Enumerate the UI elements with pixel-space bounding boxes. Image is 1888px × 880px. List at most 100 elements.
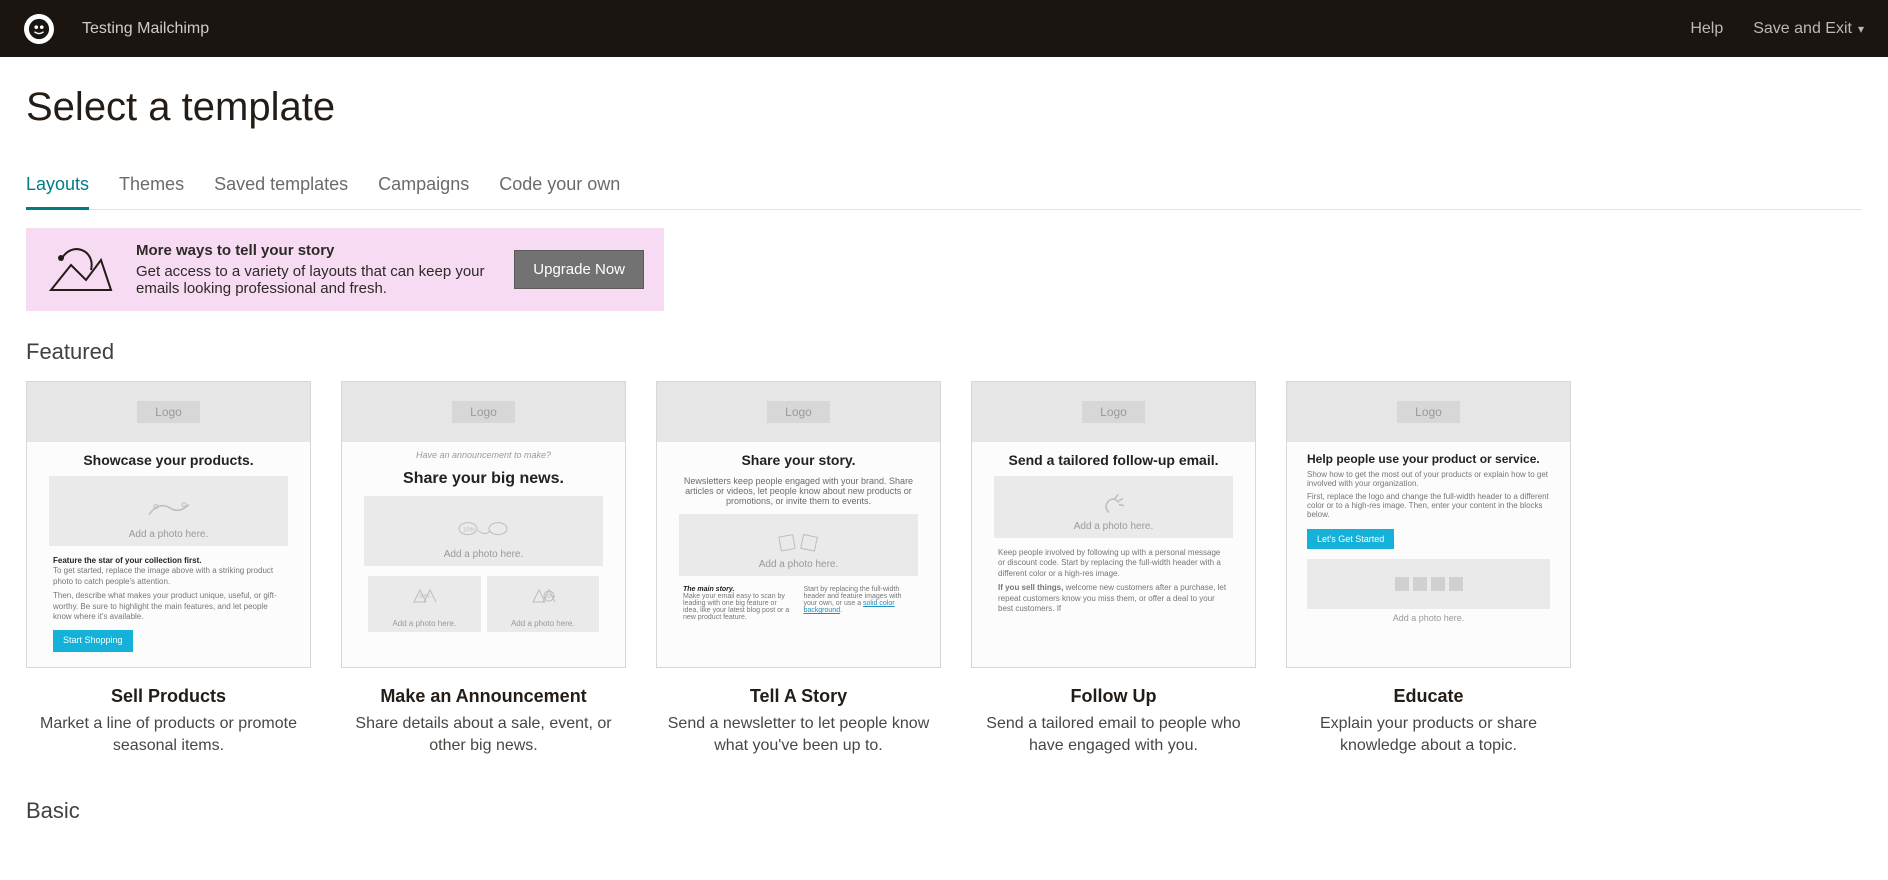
thumb-copy: Feature the star of your collection firs…	[27, 556, 310, 652]
thumb-col-left: The main story. Make your email easy to …	[683, 586, 794, 621]
template-desc: Send a tailored email to people who have…	[971, 713, 1256, 758]
thumb-mini-item: -50% Add a photo here.	[368, 576, 481, 632]
template-thumb-educate[interactable]: Logo Help people use your product or ser…	[1286, 381, 1571, 668]
topbar-right: Help Save and Exit ▾	[1690, 20, 1864, 38]
thumb-headline: Send a tailored follow-up email.	[972, 452, 1255, 468]
tab-saved-templates[interactable]: Saved templates	[214, 166, 348, 210]
tab-layouts[interactable]: Layouts	[26, 166, 89, 210]
help-label: Help	[1690, 20, 1723, 38]
page: Select a template Layouts Themes Saved t…	[0, 57, 1888, 880]
template-desc: Explain your products or share knowledge…	[1286, 713, 1571, 758]
thumb-mini-grid: -50% Add a photo here. 50% Add a photo h…	[342, 576, 625, 632]
template-title: Sell Products	[111, 686, 226, 707]
save-exit-label: Save and Exit	[1753, 20, 1852, 38]
thumb-photo-placeholder: Add a photo here.	[994, 476, 1233, 538]
template-thumb-tell-story[interactable]: Logo Share your story. Newsletters keep …	[656, 381, 941, 668]
upgrade-text: More ways to tell your story Get access …	[136, 242, 494, 297]
upgrade-banner: More ways to tell your story Get access …	[26, 228, 664, 311]
thumb-headline: Share your story.	[657, 452, 940, 468]
thumb-photo-placeholder: Add a photo here.	[679, 514, 918, 576]
thumb-note1: Keep people involved by following up wit…	[998, 548, 1229, 579]
chevron-down-icon: ▾	[1858, 22, 1864, 36]
template-card-announcement: Logo Have an announcement to make? Share…	[341, 381, 626, 758]
template-title: Follow Up	[1071, 686, 1157, 707]
template-thumb-follow-up[interactable]: Logo Send a tailored follow-up email. Ad…	[971, 381, 1256, 668]
thumb-mini-item: 50% Add a photo here.	[487, 576, 600, 632]
template-card-sell-products: Logo Showcase your products. Add a photo…	[26, 381, 311, 758]
template-desc: Market a line of products or promote sea…	[26, 713, 311, 758]
upgrade-heading: More ways to tell your story	[136, 242, 494, 259]
template-desc: Send a newsletter to let people know wha…	[656, 713, 941, 758]
thumb-photo-label: Add a photo here.	[1287, 613, 1570, 623]
featured-heading: Featured	[26, 339, 1862, 365]
thumb-header: Logo	[342, 382, 625, 442]
mailchimp-logo-icon[interactable]	[24, 14, 54, 44]
thumb-note2-wrap: If you sell things, welcome new customer…	[998, 583, 1229, 614]
logo-placeholder: Logo	[452, 401, 515, 423]
thumb-photo-placeholder: Add a photo here.	[49, 476, 288, 546]
page-title: Select a template	[26, 85, 1862, 130]
thumb-headline: Showcase your products.	[27, 452, 310, 468]
save-exit-link[interactable]: Save and Exit ▾	[1753, 20, 1864, 38]
tab-themes[interactable]: Themes	[119, 166, 184, 210]
thumb-copy: Keep people involved by following up wit…	[972, 548, 1255, 614]
thumb-col-right: Start by replacing the full-width header…	[804, 586, 915, 621]
thumb-mini-label: Add a photo here.	[392, 619, 456, 628]
tabs: Layouts Themes Saved templates Campaigns…	[26, 166, 1862, 210]
template-title: Tell A Story	[750, 686, 847, 707]
thumb-note2: Then, describe what makes your product u…	[53, 591, 284, 622]
thumb-note1: Show how to get the most out of your pro…	[1307, 470, 1550, 488]
tab-campaigns[interactable]: Campaigns	[378, 166, 469, 210]
topbar: Testing Mailchimp Help Save and Exit ▾	[0, 0, 1888, 57]
thumb-photo-label: Add a photo here.	[1074, 521, 1154, 532]
thumb-grid-placeholder	[1307, 559, 1550, 609]
tab-code-your-own[interactable]: Code your own	[499, 166, 620, 210]
thumb-col1: Make your email easy to scan by leading …	[683, 593, 789, 621]
template-thumb-announcement[interactable]: Logo Have an announcement to make? Share…	[341, 381, 626, 668]
logo-placeholder: Logo	[767, 401, 830, 423]
thumb-photo-label: Add a photo here.	[444, 549, 524, 560]
upgrade-body: Get access to a variety of layouts that …	[136, 263, 485, 297]
thumb-header: Logo	[972, 382, 1255, 442]
thumb-columns: The main story. Make your email easy to …	[657, 586, 940, 621]
thumb-cta: Let's Get Started	[1307, 529, 1394, 549]
featured-templates: Logo Showcase your products. Add a photo…	[26, 381, 1862, 758]
thumb-subtext: Newsletters keep people engaged with you…	[657, 476, 940, 514]
thumb-photo-placeholder: 10% Add a photo here.	[364, 496, 603, 566]
thumb-col-bold: The main story.	[683, 586, 794, 593]
thumb-cta: Start Shopping	[53, 630, 133, 652]
template-card-follow-up: Logo Send a tailored follow-up email. Ad…	[971, 381, 1256, 758]
logo-placeholder: Logo	[1397, 401, 1460, 423]
logo-placeholder: Logo	[137, 401, 200, 423]
template-card-tell-story: Logo Share your story. Newsletters keep …	[656, 381, 941, 758]
basic-heading: Basic	[26, 798, 1862, 824]
template-desc: Share details about a sale, event, or ot…	[341, 713, 626, 758]
logo-placeholder: Logo	[1082, 401, 1145, 423]
thumb-headline: Share your big news.	[342, 470, 625, 488]
thumb-header: Logo	[657, 382, 940, 442]
help-link[interactable]: Help	[1690, 20, 1723, 38]
thumb-photo-label: Add a photo here.	[129, 529, 209, 540]
thumb-headline: Help people use your product or service.	[1307, 452, 1550, 466]
template-thumb-sell-products[interactable]: Logo Showcase your products. Add a photo…	[26, 381, 311, 668]
brand-area: Testing Mailchimp	[24, 14, 209, 44]
thumb-mini-label: Add a photo here.	[511, 619, 575, 628]
grid-chips-icon	[1395, 577, 1463, 591]
thumb-header: Logo	[1287, 382, 1570, 442]
thumb-copy: Help people use your product or service.…	[1287, 442, 1570, 559]
template-title: Make an Announcement	[380, 686, 586, 707]
thumb-subhead: Have an announcement to make?	[342, 450, 625, 460]
template-title: Educate	[1393, 686, 1463, 707]
upgrade-button[interactable]: Upgrade Now	[514, 250, 644, 289]
thumb-note-bold: Feature the star of your collection firs…	[53, 556, 284, 566]
svg-text:50%: 50%	[545, 594, 556, 600]
account-name: Testing Mailchimp	[82, 20, 209, 38]
thumb-note2: First, replace the logo and change the f…	[1307, 492, 1550, 519]
svg-text:10%: 10%	[463, 528, 476, 534]
template-card-educate: Logo Help people use your product or ser…	[1286, 381, 1571, 758]
svg-text:-50%: -50%	[418, 594, 430, 600]
thumb-note1: To get started, replace the image above …	[53, 566, 284, 587]
upgrade-illustration-icon	[46, 245, 116, 295]
thumb-photo-label: Add a photo here.	[759, 559, 839, 570]
thumb-header: Logo	[27, 382, 310, 442]
